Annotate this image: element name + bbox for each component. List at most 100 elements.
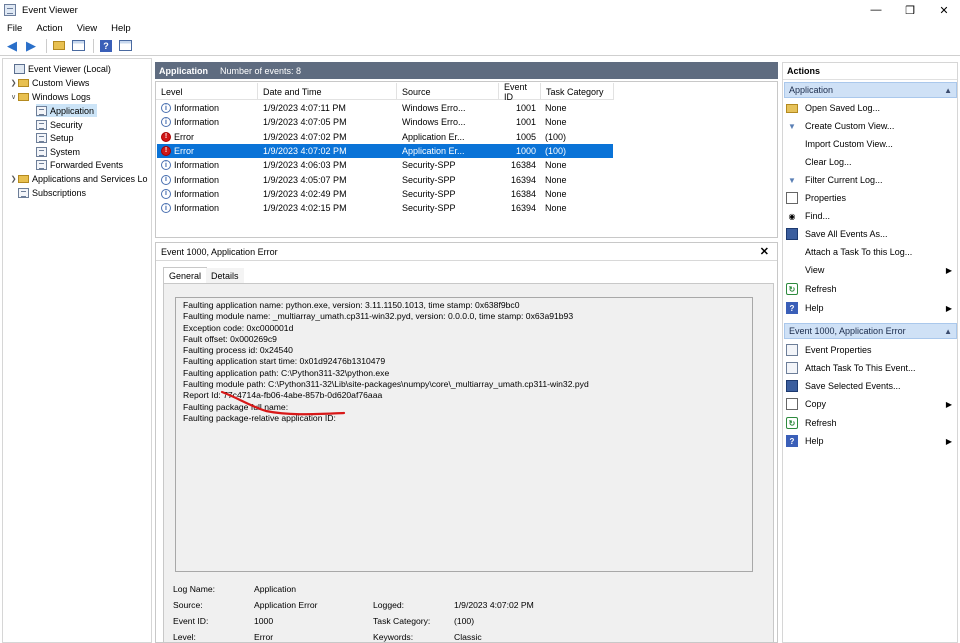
- event-row[interactable]: i Information 1/9/2023 4:07:11 PM Windows E…: [157, 101, 613, 115]
- tree-item-windows-logs[interactable]: ∨ Windows Logs: [9, 90, 91, 103]
- column-header-level[interactable]: Level: [156, 83, 258, 100]
- submenu-arrow-icon: ▶: [945, 303, 952, 313]
- action-event-properties[interactable]: Event Properties: [786, 342, 956, 358]
- action-refresh-event[interactable]: ↻ Refresh: [786, 415, 956, 431]
- event-row[interactable]: i Information 1/9/2023 4:02:49 PM Security-…: [157, 187, 613, 201]
- action-filter-current-log[interactable]: ▼ Filter Current Log...: [786, 172, 956, 188]
- action-help[interactable]: ? Help ▶: [786, 300, 956, 316]
- actions-section-event[interactable]: Event 1000, Application Error ▲: [784, 323, 957, 339]
- event-row[interactable]: i Information 1/9/2023 4:02:15 PM Security-…: [157, 201, 613, 215]
- column-header-source[interactable]: Source: [397, 83, 499, 100]
- level-value: Error: [254, 632, 274, 642]
- forward-arrow-icon[interactable]: ▶: [23, 38, 39, 54]
- event-detail-title: Event 1000, Application Error: [161, 246, 278, 257]
- chevron-right-icon[interactable]: ❯: [9, 175, 18, 183]
- event-properties-icon: [786, 344, 798, 356]
- event-level: i Information: [157, 115, 259, 129]
- column-header-date[interactable]: Date and Time: [258, 83, 397, 100]
- event-level: i Information: [157, 158, 259, 172]
- tree-item-forwarded-events[interactable]: Forwarded Events: [36, 158, 123, 171]
- up-folder-icon[interactable]: [51, 38, 67, 54]
- action-find[interactable]: ◉ Find...: [786, 208, 956, 224]
- save-icon: [786, 380, 798, 392]
- column-header-event-id[interactable]: Event ID: [499, 82, 541, 102]
- back-arrow-icon[interactable]: ◀: [4, 38, 20, 54]
- event-row[interactable]: i Information 1/9/2023 4:05:07 PM Security-…: [157, 173, 613, 187]
- menu-file[interactable]: File: [0, 23, 29, 34]
- close-button[interactable]: ✕: [928, 0, 960, 20]
- action-attach-task-to-log[interactable]: Attach a Task To this Log...: [786, 244, 956, 260]
- description-line: Faulting application name: python.exe, v…: [183, 300, 520, 310]
- event-level-text: Error: [174, 131, 194, 142]
- subscriptions-icon: [18, 187, 29, 198]
- tab-general[interactable]: General: [163, 267, 208, 283]
- show-hide-console-tree-icon[interactable]: [70, 38, 86, 54]
- show-hide-action-pane-icon[interactable]: [117, 38, 133, 54]
- event-task-category: None: [545, 103, 567, 113]
- column-header-task-category[interactable]: Task Category: [541, 83, 614, 100]
- folder-icon: [18, 78, 29, 87]
- filter-icon: ▼: [788, 121, 796, 131]
- tree-item-label: Security: [50, 119, 83, 130]
- property-row: Event ID: 1000 Task Category: (100): [173, 616, 574, 628]
- event-row[interactable]: i Information 1/9/2023 4:06:03 PM Security-…: [157, 158, 613, 172]
- tree-item-custom-views[interactable]: ❯ Custom Views: [9, 76, 90, 89]
- event-viewer-icon: [14, 63, 25, 74]
- minimize-button[interactable]: —: [860, 0, 892, 20]
- keywords-value: Classic: [454, 632, 482, 642]
- description-line: Faulting application path: C:\Python311-…: [183, 367, 390, 378]
- event-level-text: Information: [174, 160, 220, 171]
- tree-item-setup[interactable]: Setup: [36, 131, 74, 144]
- close-detail-icon[interactable]: ✕: [760, 245, 769, 258]
- information-icon: i: [161, 188, 171, 199]
- action-view[interactable]: View ▶: [786, 262, 956, 278]
- menu-action[interactable]: Action: [29, 23, 69, 34]
- tree-item-label: Forwarded Events: [50, 159, 124, 170]
- event-source: Windows Erro...: [402, 103, 466, 113]
- tree-item-event-viewer-local[interactable]: Event Viewer (Local): [5, 62, 111, 75]
- tab-details[interactable]: Details: [206, 268, 244, 284]
- information-icon: i: [161, 174, 171, 185]
- action-help-event[interactable]: ? Help ▶: [786, 433, 956, 449]
- event-description[interactable]: Faulting application name: python.exe, v…: [175, 297, 753, 572]
- action-label: Filter Current Log...: [805, 175, 883, 185]
- action-refresh[interactable]: ↻ Refresh: [786, 281, 956, 297]
- action-attach-task-to-event[interactable]: Attach Task To This Event...: [786, 360, 956, 376]
- tree-item-label: System: [50, 146, 81, 157]
- action-copy[interactable]: Copy ▶: [786, 396, 956, 412]
- event-row[interactable]: ! Error 1/9/2023 4:07:02 PM Application Er.…: [157, 130, 613, 144]
- task-category-label: Task Category:: [373, 616, 431, 626]
- actions-section-application[interactable]: Application ▲: [784, 82, 957, 98]
- collapse-up-icon[interactable]: ▲: [944, 327, 952, 336]
- tree-item-application[interactable]: Application: [36, 104, 98, 117]
- event-row[interactable]: i Information 1/9/2023 4:07:05 PM Windows E…: [157, 115, 613, 129]
- log-icon: [36, 146, 47, 157]
- help-icon[interactable]: ?: [98, 38, 114, 54]
- submenu-arrow-icon: ▶: [945, 265, 952, 275]
- chevron-right-icon[interactable]: ❯: [9, 79, 18, 87]
- tree-item-applications-and-services[interactable]: ❯ Applications and Services Lo: [9, 172, 148, 185]
- collapse-up-icon[interactable]: ▲: [944, 86, 952, 95]
- tree-item-security[interactable]: Security: [36, 118, 83, 131]
- event-level-text: Information: [174, 203, 220, 214]
- action-properties[interactable]: Properties: [786, 190, 956, 206]
- log-header-bar: Application Number of events: 8: [155, 62, 778, 79]
- event-row[interactable]: ! Error 1/9/2023 4:07:02 PM Application Er.…: [157, 143, 613, 158]
- action-save-all-events[interactable]: Save All Events As...: [786, 226, 956, 242]
- action-open-saved-log[interactable]: Open Saved Log...: [786, 100, 956, 116]
- action-save-selected-events[interactable]: Save Selected Events...: [786, 378, 956, 394]
- maximize-button[interactable]: ❒: [894, 0, 926, 20]
- action-clear-log[interactable]: Clear Log...: [786, 154, 956, 170]
- action-create-custom-view[interactable]: ▼ Create Custom View...: [786, 118, 956, 134]
- event-level: i Information: [157, 201, 259, 215]
- tree-item-subscriptions[interactable]: Subscriptions: [9, 186, 86, 199]
- action-import-custom-view[interactable]: Import Custom View...: [786, 136, 956, 152]
- information-icon: i: [161, 103, 171, 113]
- tree-item-system[interactable]: System: [36, 145, 80, 158]
- menu-view[interactable]: View: [70, 23, 104, 34]
- description-line: Exception code: 0xc000001d: [183, 322, 294, 333]
- chevron-down-icon[interactable]: ∨: [9, 93, 18, 101]
- menu-help[interactable]: Help: [104, 23, 138, 34]
- section-label: Application: [789, 85, 834, 95]
- event-level: i Information: [157, 187, 259, 201]
